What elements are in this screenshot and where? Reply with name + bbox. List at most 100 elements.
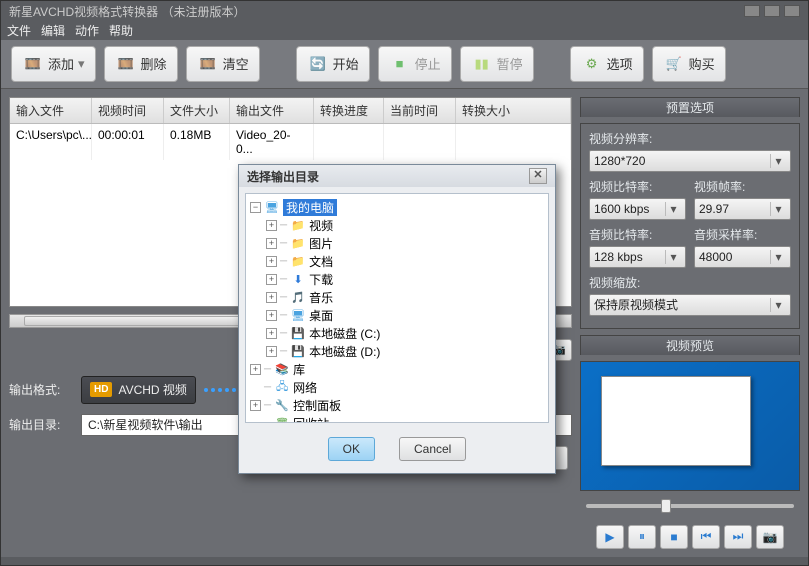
start-button[interactable]: 🔄开始 (296, 46, 370, 82)
folder-icon: 📁 (290, 218, 306, 232)
col-fsize[interactable]: 文件大小 (164, 98, 230, 123)
buy-button[interactable]: 🛒购买 (652, 46, 726, 82)
scale-label: 视频缩放: (589, 274, 791, 291)
seek-slider[interactable] (580, 497, 800, 515)
control-panel-icon: 🔧 (274, 398, 290, 412)
snapshot-preview-button[interactable]: 📷 (756, 525, 784, 549)
tree-node-mypc[interactable]: 我的电脑 (283, 199, 337, 216)
col-csize[interactable]: 转换大小 (456, 98, 571, 123)
tree-toggle[interactable]: + (250, 400, 261, 411)
vbit-combo[interactable]: 1600 kbps▾ (589, 198, 686, 220)
tree-toggle[interactable]: − (250, 202, 261, 213)
asr-combo[interactable]: 48000▾ (694, 246, 791, 268)
abit-label: 音频比特率: (589, 226, 686, 243)
res-combo[interactable]: 1280*720▾ (589, 150, 791, 172)
menu-file[interactable]: 文件 (7, 22, 31, 39)
res-label: 视频分辨率: (589, 130, 791, 147)
tree-node-downloads[interactable]: 下载 (309, 271, 333, 288)
chevron-down-icon: ▾ (665, 202, 681, 216)
col-output[interactable]: 输出文件 (230, 98, 314, 123)
dialog-close-button[interactable]: ✕ (529, 168, 547, 184)
stop-preview-button[interactable]: ■ (660, 525, 688, 549)
vbit-label: 视频比特率: (589, 178, 686, 195)
tree-toggle[interactable]: + (266, 220, 277, 231)
trash-icon: 🗑 (274, 416, 290, 423)
tree-node-docs[interactable]: 文档 (309, 253, 333, 270)
hd-badge: HD (90, 382, 112, 397)
delete-button[interactable]: 🎞️删除 (104, 46, 178, 82)
tree-node-pictures[interactable]: 图片 (309, 235, 333, 252)
tree-toggle[interactable]: + (266, 346, 277, 357)
clear-icon: 🎞️ (197, 53, 219, 75)
options-button[interactable]: ⚙选项 (570, 46, 644, 82)
app-title: 新星AVCHD视频格式转换器 （未注册版本） (9, 3, 245, 20)
next-button[interactable]: ⏭ (724, 525, 752, 549)
drive-icon: 💾 (290, 326, 306, 340)
prev-button[interactable]: ⏮ (692, 525, 720, 549)
tree-node-cpl[interactable]: 控制面板 (293, 397, 341, 414)
clear-button[interactable]: 🎞️清空 (186, 46, 260, 82)
col-progress[interactable]: 转换进度 (314, 98, 384, 123)
tree-toggle[interactable]: + (266, 328, 277, 339)
music-icon: 🎵 (290, 290, 306, 304)
library-icon: 📚 (274, 362, 290, 376)
tree-toggle[interactable]: + (266, 238, 277, 249)
close-button[interactable] (784, 5, 800, 17)
tree-node-lib[interactable]: 库 (293, 361, 305, 378)
pause-preview-button[interactable]: ⏸ (628, 525, 656, 549)
minimize-button[interactable] (744, 5, 760, 17)
cart-icon: 🛒 (663, 53, 685, 75)
delete-icon: 🎞️ (115, 53, 137, 75)
col-ctime[interactable]: 当前时间 (384, 98, 456, 123)
loading-indicator (204, 388, 236, 392)
col-vtime[interactable]: 视频时间 (92, 98, 164, 123)
tree-toggle[interactable]: + (266, 256, 277, 267)
tree-node-video[interactable]: 视频 (309, 217, 333, 234)
tree-node-diskc[interactable]: 本地磁盘 (C:) (309, 325, 380, 342)
tree-node-trash[interactable]: 回收站 (293, 415, 329, 424)
abit-combo[interactable]: 128 kbps▾ (589, 246, 686, 268)
folder-icon: 📁 (290, 254, 306, 268)
tree-toggle[interactable]: + (266, 292, 277, 303)
tree-toggle[interactable]: + (250, 364, 261, 375)
desktop-icon: 🖥 (290, 308, 306, 322)
chevron-down-icon: ▾ (770, 298, 786, 312)
add-icon: 🎞️ (22, 53, 44, 75)
menu-help[interactable]: 帮助 (109, 22, 133, 39)
table-row[interactable]: C:\Users\pc\... 00:00:01 0.18MB Video_20… (10, 124, 571, 160)
dialog-cancel-button[interactable]: Cancel (399, 437, 466, 461)
choose-folder-dialog: 选择输出目录 ✕ −🖥我的电脑 +─📁视频 +─📁图片 +─📁文档 +─⬇下载 … (238, 164, 556, 474)
tree-node-desktop[interactable]: 桌面 (309, 307, 333, 324)
preset-title: 预置选项 (580, 97, 800, 117)
preview-title: 视频预览 (580, 335, 800, 355)
dialog-ok-button[interactable]: OK (328, 437, 375, 461)
start-icon: 🔄 (307, 53, 329, 75)
computer-icon: 🖥 (264, 200, 280, 214)
menu-edit[interactable]: 编辑 (41, 22, 65, 39)
stop-button[interactable]: ■停止 (378, 46, 452, 82)
pause-button[interactable]: ▮▮暂停 (460, 46, 534, 82)
download-icon: ⬇ (290, 272, 306, 286)
folder-tree[interactable]: −🖥我的电脑 +─📁视频 +─📁图片 +─📁文档 +─⬇下载 +─🎵音乐 +─🖥… (245, 193, 549, 423)
gear-icon: ⚙ (581, 53, 603, 75)
tree-toggle[interactable]: + (266, 274, 277, 285)
vfps-combo[interactable]: 29.97▾ (694, 198, 791, 220)
drive-icon: 💾 (290, 344, 306, 358)
output-format-button[interactable]: HD AVCHD 视频 (81, 376, 196, 404)
maximize-button[interactable] (764, 5, 780, 17)
pause-icon: ▮▮ (471, 53, 493, 75)
chevron-down-icon: ▾ (770, 250, 786, 264)
scale-combo[interactable]: 保持原视频模式▾ (589, 294, 791, 316)
play-button[interactable]: ▶ (596, 525, 624, 549)
tree-node-diskd[interactable]: 本地磁盘 (D:) (309, 343, 380, 360)
menu-action[interactable]: 动作 (75, 22, 99, 39)
stop-icon: ■ (389, 53, 411, 75)
asr-label: 音频采样率: (694, 226, 791, 243)
tree-node-music[interactable]: 音乐 (309, 289, 333, 306)
vfps-label: 视频帧率: (694, 178, 791, 195)
tree-node-network[interactable]: 网络 (293, 379, 317, 396)
col-input[interactable]: 输入文件 (10, 98, 92, 123)
add-button[interactable]: 🎞️添加 ▾ (11, 46, 96, 82)
tree-toggle[interactable]: + (266, 310, 277, 321)
output-dir-label: 输出目录: (9, 416, 73, 433)
